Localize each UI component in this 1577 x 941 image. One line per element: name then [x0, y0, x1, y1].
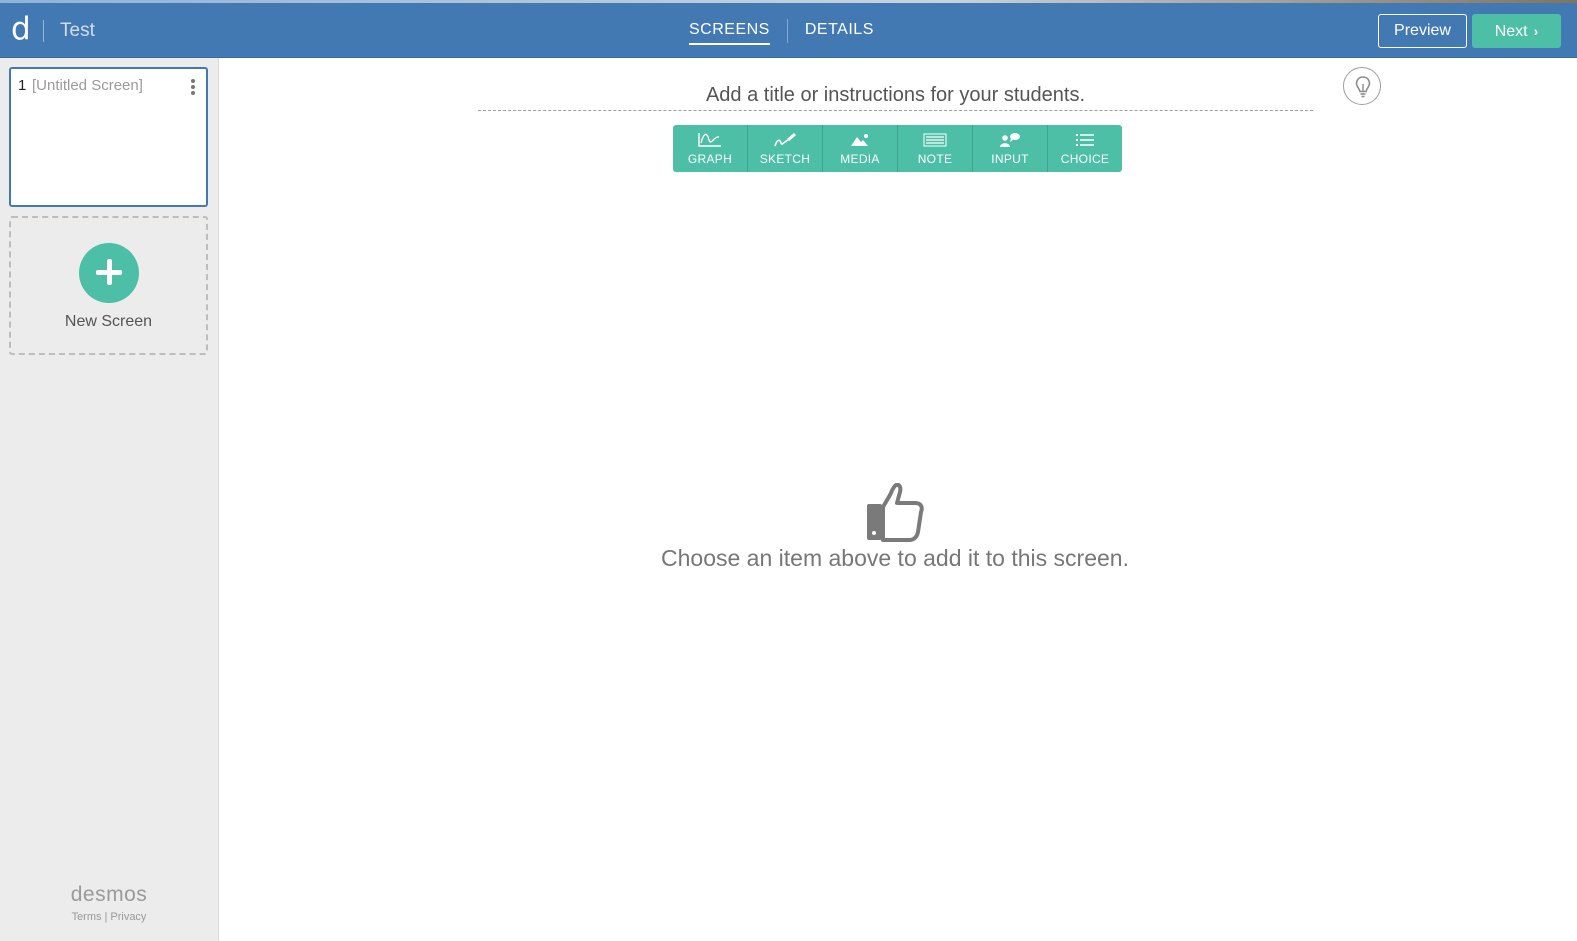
new-screen-button[interactable]: New Screen	[9, 216, 208, 355]
tool-label: CHOICE	[1060, 152, 1110, 166]
footer-separator: |	[104, 911, 108, 923]
tool-label: SKETCH	[759, 152, 811, 166]
tool-label: INPUT	[991, 152, 1029, 166]
empty-state-message: Choose an item above to add it to this s…	[661, 545, 1129, 571]
media-icon	[851, 134, 868, 146]
activity-title[interactable]: Test	[60, 19, 95, 43]
tool-label: GRAPH	[687, 152, 733, 166]
desmos-brand: desmos	[70, 883, 148, 906]
input-icon	[1000, 133, 1020, 147]
sketch-icon	[774, 132, 796, 147]
add-note-button[interactable]: NOTE	[898, 125, 973, 172]
next-button[interactable]: Next ›	[1472, 14, 1561, 48]
preview-button[interactable]: Preview	[1378, 14, 1467, 48]
add-media-button[interactable]: MEDIA	[823, 125, 898, 172]
add-input-button[interactable]: INPUT	[973, 125, 1048, 172]
nav-tabs: SCREENS DETAILS	[689, 19, 874, 47]
chevron-right-icon: ›	[1533, 23, 1539, 39]
screens-sidebar: 1 [Untitled Screen] New Screen desmos Te…	[0, 58, 219, 941]
terms-link[interactable]: Terms	[72, 911, 102, 923]
choice-icon	[1076, 134, 1094, 146]
tab-details[interactable]: DETAILS	[805, 19, 874, 43]
plus-icon	[79, 243, 139, 303]
top-bar: d Test SCREENS DETAILS Preview Next ›	[0, 3, 1577, 58]
component-toolbar: GRAPH SKETCH MEDIA NOTE INPUT CHOICE	[673, 125, 1122, 172]
next-button-label: Next	[1494, 23, 1528, 40]
more-options-icon[interactable]	[190, 79, 196, 97]
tool-label: NOTE	[917, 152, 953, 166]
tool-label: MEDIA	[840, 152, 880, 166]
logo-divider	[43, 20, 44, 42]
lightbulb-icon[interactable]	[1343, 67, 1381, 105]
add-graph-button[interactable]: GRAPH	[673, 125, 748, 172]
graph-icon	[698, 133, 721, 147]
new-screen-label: New Screen	[64, 313, 153, 330]
screen-name: [Untitled Screen]	[32, 77, 143, 94]
tab-screens[interactable]: SCREENS	[689, 19, 770, 45]
screen-number: 1	[18, 77, 27, 94]
privacy-link[interactable]: Privacy	[110, 911, 146, 923]
note-icon	[923, 133, 947, 147]
thumbs-up-icon	[867, 483, 924, 542]
desmos-logo[interactable]: d	[11, 12, 31, 46]
add-sketch-button[interactable]: SKETCH	[748, 125, 823, 172]
screen-editor: Add a title or instructions for your stu…	[219, 58, 1577, 941]
add-choice-button[interactable]: CHOICE	[1048, 125, 1122, 172]
tab-divider	[786, 19, 788, 43]
footer-links: Terms | Privacy	[0, 911, 218, 923]
instructions-field[interactable]: Add a title or instructions for your stu…	[478, 82, 1313, 111]
screen-thumbnail[interactable]: 1 [Untitled Screen]	[9, 67, 208, 207]
